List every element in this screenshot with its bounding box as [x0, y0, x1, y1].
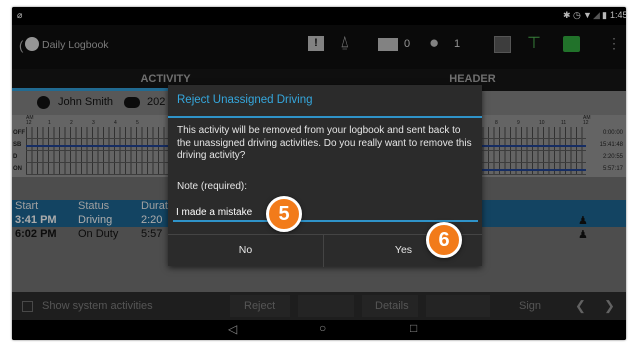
dialog-title-divider	[168, 116, 482, 118]
step-callout-marker: 6	[426, 222, 462, 258]
no-button[interactable]: No	[168, 235, 324, 267]
step-callout-marker: 5	[266, 196, 302, 232]
dialog-message: This activity will be removed from your …	[177, 125, 472, 161]
dialog-title: Reject Unassigned Driving	[177, 94, 313, 106]
note-input[interactable]	[173, 204, 478, 222]
note-label: Note (required):	[177, 181, 248, 192]
no-button-label: No	[238, 244, 253, 256]
android-device-screen: ⌀ ✱ ◷ ▼ ◢ ▮ 1:45 ( Daily Logbook ! ⍙ 0 ●…	[12, 7, 626, 340]
yes-button-label: Yes	[394, 244, 413, 256]
